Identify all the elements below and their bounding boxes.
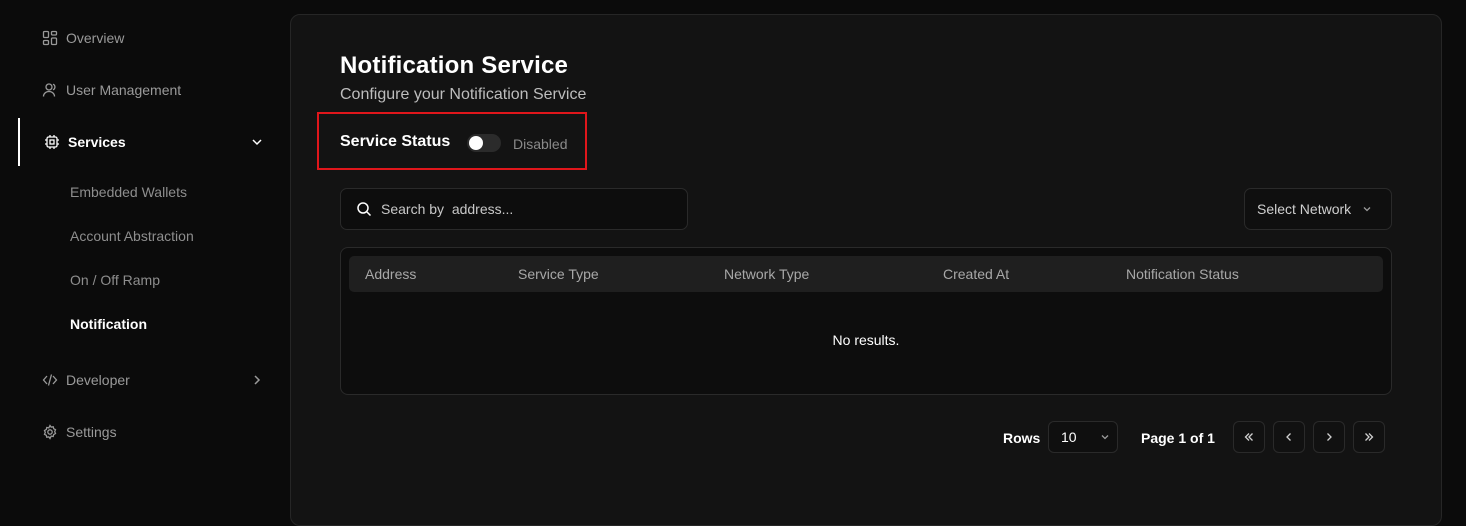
sidebar-item-label: Overview — [66, 30, 125, 46]
previous-page-button[interactable] — [1273, 421, 1305, 453]
toggle-knob — [469, 136, 483, 150]
sidebar-item-developer[interactable]: Developer — [42, 370, 130, 390]
chip-icon — [44, 134, 60, 150]
network-select[interactable]: Select Network — [1244, 188, 1392, 230]
sidebar-subitem-embedded-wallets[interactable]: Embedded Wallets — [70, 184, 187, 204]
search-field[interactable] — [340, 188, 688, 230]
search-icon — [356, 201, 372, 217]
column-header-address: Address — [365, 266, 417, 282]
active-indicator — [18, 118, 20, 166]
page-info: Page 1 of 1 — [1141, 430, 1215, 446]
sidebar-item-label: Developer — [66, 372, 130, 388]
sidebar: Overview User Management Services Embedd… — [0, 0, 290, 508]
main-panel: Notification Service Configure your Noti… — [290, 14, 1442, 526]
rows-per-page-value: 10 — [1061, 429, 1077, 445]
empty-state-text: No results. — [832, 332, 900, 348]
sidebar-item-label: User Management — [66, 82, 182, 98]
sidebar-subitem-notification[interactable]: Notification — [70, 316, 147, 336]
chevron-right-icon — [1327, 433, 1332, 441]
column-header-created-at: Created At — [943, 266, 1010, 282]
next-page-button[interactable] — [1313, 421, 1345, 453]
chevrons-left-icon — [1244, 433, 1253, 441]
sidebar-item-settings[interactable]: Settings — [42, 422, 117, 442]
chevron-down-icon — [1099, 431, 1111, 443]
gear-icon — [42, 424, 58, 440]
sidebar-item-label: Settings — [66, 424, 117, 440]
search-input[interactable] — [381, 201, 661, 217]
dashboard-icon — [42, 30, 58, 46]
user-icon — [42, 82, 58, 98]
rows-per-page-select[interactable]: 10 — [1048, 421, 1118, 453]
column-header-network-type: Network Type — [724, 266, 810, 282]
chevron-left-icon — [1286, 433, 1291, 441]
service-status-toggle[interactable] — [467, 134, 501, 152]
code-icon — [42, 372, 58, 388]
page-subtitle: Configure your Notification Service — [340, 86, 587, 103]
service-status-label: Service Status — [340, 133, 451, 150]
sidebar-item-user-management[interactable]: User Management — [42, 80, 181, 100]
sidebar-subitem-on-off-ramp[interactable]: On / Off Ramp — [70, 272, 160, 292]
sidebar-item-label: Services — [68, 134, 126, 150]
sidebar-item-overview[interactable]: Overview — [42, 28, 124, 48]
chevron-down-icon — [1361, 203, 1373, 215]
sidebar-subitem-account-abstraction[interactable]: Account Abstraction — [70, 228, 194, 248]
service-status-value: Disabled — [513, 136, 568, 152]
column-header-notification-status: Notification Status — [1126, 266, 1239, 282]
network-select-label: Select Network — [1257, 201, 1352, 217]
table-header: Address Service Type Network Type Create… — [349, 256, 1383, 292]
chevron-down-icon[interactable] — [250, 135, 264, 149]
rows-label: Rows — [1003, 430, 1041, 446]
data-table: Address Service Type Network Type Create… — [340, 247, 1392, 395]
last-page-button[interactable] — [1353, 421, 1385, 453]
sidebar-item-services[interactable]: Services — [44, 132, 126, 152]
first-page-button[interactable] — [1233, 421, 1265, 453]
chevron-right-icon[interactable] — [250, 373, 264, 387]
chevrons-right-icon — [1365, 433, 1374, 441]
column-header-service-type: Service Type — [518, 266, 599, 282]
page-title: Notification Service — [340, 52, 569, 79]
